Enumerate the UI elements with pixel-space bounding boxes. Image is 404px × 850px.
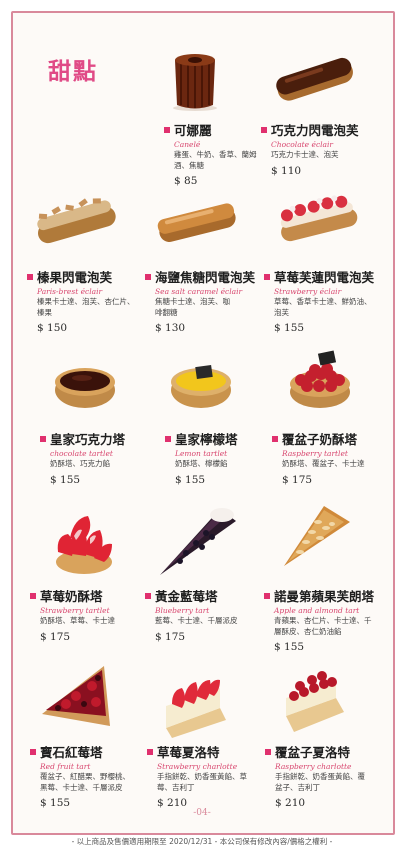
item-ingredients: 奶酥塔、巧克力餡 — [50, 459, 110, 468]
bullet-icon — [27, 273, 33, 280]
bullet-icon — [261, 126, 267, 133]
menu-item-paris-brest-eclair: 榛果閃電泡芙 Paris-brest éclair 榛果卡士達、泡芙、杏仁片、榛… — [27, 270, 155, 334]
item-english-name: Apple and almond tart — [274, 606, 360, 615]
item-english-name: Raspberry charlotte — [275, 762, 352, 771]
item-price: $ 150 — [37, 322, 68, 334]
item-ingredients: 焦糖卡士達、泡芙、咖啡翻糖 — [155, 297, 230, 317]
item-price: $ 155 — [274, 641, 305, 653]
menu-item-raspberry-tartlet: 覆盆子奶酥塔 Raspberry tartlet 奶酥塔、覆盆子、卡士達 $ 1… — [272, 432, 400, 486]
raspberry-charlotte-image — [286, 671, 344, 732]
item-english-name: chocolate tartlet — [50, 449, 113, 458]
page-number: -04- — [193, 808, 211, 818]
item-name: 諾曼第蘋果芙朗塔 — [274, 589, 375, 604]
item-name: 草莓芙蓮閃電泡芙 — [274, 270, 375, 285]
menu-item-red-fruit-tart: 寶石紅莓塔 Red fruit tart 覆盆子、紅醋栗、野櫻桃、黑莓、卡士達、… — [30, 745, 158, 809]
strawberry-eclair-image — [280, 195, 358, 242]
item-price: $ 155 — [50, 473, 81, 486]
bullet-icon — [145, 273, 151, 280]
item-ingredients: 草莓、香草卡士達、鮮奶油、泡芙 — [274, 297, 372, 317]
bullet-icon — [264, 592, 270, 599]
menu-item-chocolate-eclair: 巧克力閃電泡芙 Chocolate éclair 巧克力卡士達、泡芙 $ 110 — [261, 123, 389, 177]
bullet-icon — [265, 748, 271, 755]
raspberry-tartlet-image — [290, 350, 350, 408]
bullet-icon — [30, 748, 36, 755]
section-title: 甜點 — [48, 59, 98, 85]
item-ingredients: 手指餅乾、奶香蛋黃餡、覆盆子、吉利丁 — [275, 772, 365, 792]
item-price: $ 155 — [274, 322, 305, 334]
item-price: $ 130 — [155, 322, 186, 334]
item-name: 覆盆子夏洛特 — [275, 745, 351, 760]
item-english-name: Strawberry charlotte — [157, 762, 238, 771]
bullet-icon — [264, 273, 270, 280]
item-price: $ 175 — [155, 630, 186, 643]
item-ingredients: 奶酥塔、草莓、卡士達 — [40, 616, 115, 625]
lemon-tartlet-image — [171, 364, 231, 408]
item-price: $ 85 — [174, 175, 198, 187]
item-english-name: Blueberry tart — [155, 606, 210, 615]
item-english-name: Sea salt caramel éclair — [155, 287, 243, 296]
bullet-icon — [164, 126, 170, 133]
item-english-name: Paris-brest éclair — [37, 287, 103, 296]
menu-item-blueberry-tart: 黃金藍莓塔 Blueberry tart 藍莓、卡士達、千層派皮 $ 175 — [145, 589, 273, 643]
apple-almond-tart-image — [284, 506, 350, 566]
item-name: 皇家巧克力塔 — [50, 432, 126, 447]
item-ingredients: 奶酥塔、檸檬餡 — [175, 459, 228, 468]
strawberry-tartlet-image — [56, 516, 112, 574]
item-price: $ 175 — [40, 630, 71, 643]
chocolate-tartlet-image — [55, 368, 115, 408]
menu-item-apple-almond-tart: 諾曼第蘋果芙朗塔 Apple and almond tart 青蘋果、杏仁片、卡… — [264, 589, 392, 653]
menu-item-raspberry-charlotte: 覆盆子夏洛特 Raspberry charlotte 手指餅乾、奶香蛋黃餡、覆盆… — [265, 745, 393, 809]
blueberry-tart-image — [160, 508, 236, 575]
chocolate-eclair-image — [276, 57, 353, 101]
footer-note: - 以上商品及售價適用期限至 2020/12/31 - 本公司保有修改內容/價格… — [71, 837, 333, 846]
item-ingredients: 榛果卡士達、泡芙、杏仁片、榛果 — [37, 297, 135, 317]
item-ingredients: 青蘋果、杏仁片、卡士達、千層酥皮、杏仁奶油餡 — [274, 616, 372, 636]
item-english-name: Raspberry tartlet — [282, 449, 348, 458]
bullet-icon — [165, 435, 171, 442]
paris-brest-eclair-image — [37, 198, 116, 244]
item-ingredients: 奶酥塔、覆盆子、卡士達 — [282, 459, 365, 468]
canele-image — [173, 54, 217, 111]
bullet-icon — [147, 748, 153, 755]
item-english-name: Chocolate éclair — [271, 140, 333, 149]
bullet-icon — [30, 592, 36, 599]
item-english-name: Red fruit tart — [40, 762, 91, 771]
item-english-name: Strawberry éclair — [274, 287, 342, 296]
item-ingredients: 覆盆子、紅醋栗、野櫻桃、黑莓、卡士達、千層派皮 — [40, 772, 130, 792]
item-name: 海鹽焦糖閃電泡芙 — [155, 270, 256, 285]
item-name: 皇家檸檬塔 — [175, 432, 238, 447]
item-name: 覆盆子奶酥塔 — [282, 432, 358, 447]
bullet-icon — [145, 592, 151, 599]
item-name: 巧克力閃電泡芙 — [271, 123, 359, 138]
item-ingredients: 手指餅乾、奶香蛋黃餡、草莓、吉利丁 — [157, 772, 247, 792]
bullet-icon — [40, 435, 46, 442]
item-name: 草莓夏洛特 — [157, 745, 220, 760]
item-price: $ 110 — [271, 164, 302, 177]
item-name: 可娜麗 — [174, 123, 212, 138]
menu-item-caramel-eclair: 海鹽焦糖閃電泡芙 Sea salt caramel éclair 焦糖卡士達、泡… — [145, 270, 273, 334]
bullet-icon — [272, 435, 278, 442]
item-price: $ 175 — [282, 473, 313, 486]
item-ingredients: 藍莓、卡士達、千層派皮 — [155, 616, 238, 625]
strawberry-charlotte-image — [166, 679, 226, 738]
item-english-name: Strawberry tartlet — [40, 606, 110, 615]
item-ingredients: 雞蛋、牛奶、香草、蘭姆酒、焦糖 — [174, 150, 257, 170]
menu-item-strawberry-charlotte: 草莓夏洛特 Strawberry charlotte 手指餅乾、奶香蛋黃餡、草莓… — [147, 745, 275, 809]
item-name: 榛果閃電泡芙 — [37, 270, 113, 285]
menu-item-strawberry-eclair: 草莓芙蓮閃電泡芙 Strawberry éclair 草莓、香草卡士達、鮮奶油、… — [264, 270, 392, 334]
item-ingredients: 巧克力卡士達、泡芙 — [271, 150, 339, 159]
menu-item-strawberry-tartlet: 草莓奶酥塔 Strawberry tartlet 奶酥塔、草莓、卡士達 $ 17… — [30, 589, 158, 643]
menu-item-chocolate-tartlet: 皇家巧克力塔 chocolate tartlet 奶酥塔、巧克力餡 $ 155 — [40, 432, 168, 486]
red-fruit-tart-image — [42, 666, 110, 726]
caramel-eclair-image — [157, 203, 236, 242]
item-name: 草莓奶酥塔 — [40, 589, 103, 604]
item-name: 寶石紅莓塔 — [40, 745, 103, 760]
item-name: 黃金藍莓塔 — [155, 589, 218, 604]
